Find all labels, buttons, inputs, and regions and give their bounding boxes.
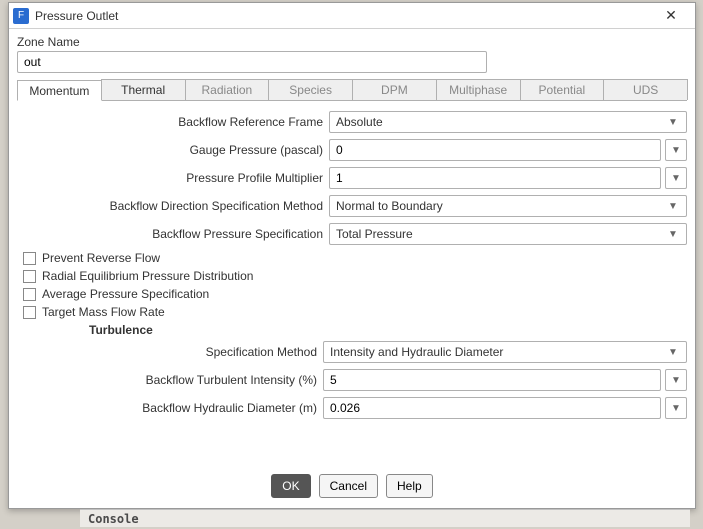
- radial-eq-checkbox[interactable]: [23, 270, 36, 283]
- prevent-reverse-label: Prevent Reverse Flow: [42, 251, 160, 265]
- dialog-buttons: OK Cancel Help: [17, 464, 687, 500]
- tab-multiphase[interactable]: Multiphase: [436, 79, 521, 100]
- titlebar: F Pressure Outlet ✕: [9, 3, 695, 29]
- press-spec-value: Total Pressure: [336, 227, 413, 241]
- prevent-reverse-row: Prevent Reverse Flow: [23, 251, 687, 265]
- turb-spec-method-label: Specification Method: [87, 345, 323, 359]
- ok-button[interactable]: OK: [271, 474, 310, 498]
- turb-spec-method-select[interactable]: Intensity and Hydraulic Diameter ▼: [323, 341, 687, 363]
- tab-uds[interactable]: UDS: [603, 79, 688, 100]
- target-mass-checkbox[interactable]: [23, 306, 36, 319]
- avg-press-label: Average Pressure Specification: [42, 287, 209, 301]
- close-icon[interactable]: ✕: [651, 5, 691, 27]
- ref-frame-select[interactable]: Absolute ▼: [329, 111, 687, 133]
- radial-eq-row: Radial Equilibrium Pressure Distribution: [23, 269, 687, 283]
- turbulence-title: Turbulence: [89, 323, 687, 337]
- turb-intensity-drop[interactable]: ▼: [665, 369, 687, 391]
- profile-mult-drop[interactable]: ▼: [665, 167, 687, 189]
- radial-eq-label: Radial Equilibrium Pressure Distribution: [42, 269, 253, 283]
- tabs: Momentum Thermal Radiation Species DPM M…: [17, 79, 687, 101]
- tab-potential[interactable]: Potential: [520, 79, 605, 100]
- dir-spec-select[interactable]: Normal to Boundary ▼: [329, 195, 687, 217]
- zone-name-input[interactable]: [17, 51, 487, 73]
- tab-momentum[interactable]: Momentum: [17, 80, 102, 101]
- chevron-down-icon: ▼: [664, 224, 682, 244]
- dir-spec-label: Backflow Direction Specification Method: [17, 199, 329, 213]
- turb-spec-method-value: Intensity and Hydraulic Diameter: [330, 345, 503, 359]
- ref-frame-value: Absolute: [336, 115, 383, 129]
- ref-frame-label: Backflow Reference Frame: [17, 115, 329, 129]
- tab-thermal[interactable]: Thermal: [101, 79, 186, 100]
- help-button[interactable]: Help: [386, 474, 433, 498]
- profile-mult-input[interactable]: [329, 167, 661, 189]
- cancel-button[interactable]: Cancel: [319, 474, 378, 498]
- prevent-reverse-checkbox[interactable]: [23, 252, 36, 265]
- press-spec-label: Backflow Pressure Specification: [17, 227, 329, 241]
- window-title: Pressure Outlet: [35, 9, 118, 23]
- chevron-down-icon: ▼: [664, 112, 682, 132]
- turb-hyd-diam-input[interactable]: [323, 397, 661, 419]
- gauge-pressure-label: Gauge Pressure (pascal): [17, 143, 329, 157]
- tab-species[interactable]: Species: [268, 79, 353, 100]
- avg-press-checkbox[interactable]: [23, 288, 36, 301]
- dir-spec-value: Normal to Boundary: [336, 199, 443, 213]
- target-mass-row: Target Mass Flow Rate: [23, 305, 687, 319]
- turb-hyd-diam-drop[interactable]: ▼: [665, 397, 687, 419]
- dialog-content: Zone Name Momentum Thermal Radiation Spe…: [9, 29, 695, 508]
- zone-name-label: Zone Name: [17, 35, 687, 49]
- turb-hyd-diam-label: Backflow Hydraulic Diameter (m): [87, 401, 323, 415]
- tab-dpm[interactable]: DPM: [352, 79, 437, 100]
- console-panel-header: Console: [80, 509, 690, 527]
- profile-mult-label: Pressure Profile Multiplier: [17, 171, 329, 185]
- press-spec-select[interactable]: Total Pressure ▼: [329, 223, 687, 245]
- app-icon: F: [13, 8, 29, 24]
- momentum-form: Backflow Reference Frame Absolute ▼ Gaug…: [17, 101, 687, 464]
- pressure-outlet-dialog: F Pressure Outlet ✕ Zone Name Momentum T…: [8, 2, 696, 509]
- chevron-down-icon: ▼: [664, 196, 682, 216]
- tab-radiation[interactable]: Radiation: [185, 79, 270, 100]
- target-mass-label: Target Mass Flow Rate: [42, 305, 165, 319]
- turb-intensity-label: Backflow Turbulent Intensity (%): [87, 373, 323, 387]
- gauge-pressure-input[interactable]: [329, 139, 661, 161]
- gauge-pressure-drop[interactable]: ▼: [665, 139, 687, 161]
- avg-press-row: Average Pressure Specification: [23, 287, 687, 301]
- turbulence-group: Turbulence Specification Method Intensit…: [87, 323, 687, 419]
- turb-intensity-input[interactable]: [323, 369, 661, 391]
- chevron-down-icon: ▼: [664, 342, 682, 362]
